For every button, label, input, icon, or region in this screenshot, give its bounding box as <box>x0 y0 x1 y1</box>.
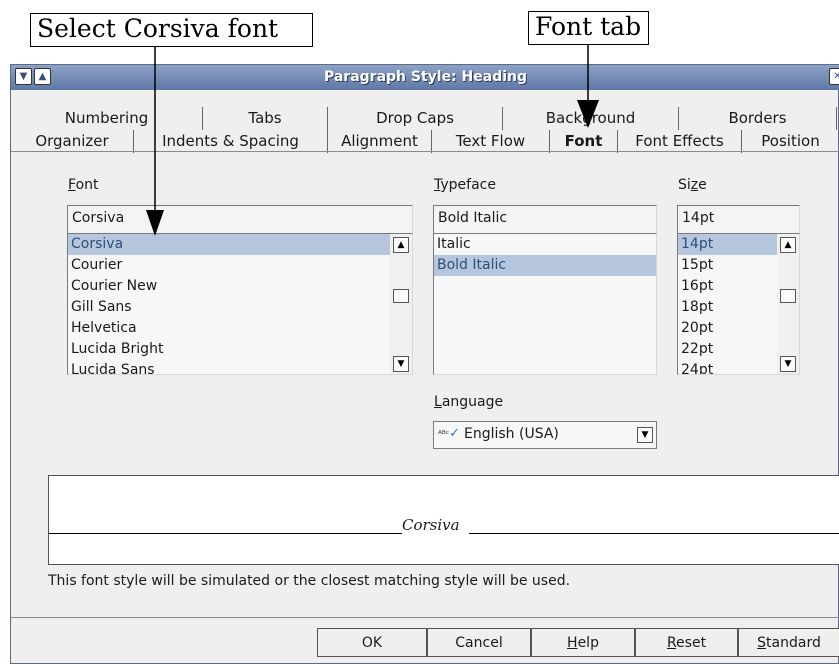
cancel-button[interactable]: Cancel <box>427 628 531 657</box>
font-tab-callout: Font tab <box>528 11 649 45</box>
preview-baseline-right <box>469 533 839 534</box>
tab-label: Tabs <box>248 109 282 127</box>
list-item[interactable]: Lucida Sans <box>68 360 412 374</box>
spellcheck-abc-icon: ᴬᴮᶜ✓ <box>438 426 461 441</box>
font-name-value: Corsiva <box>72 210 125 226</box>
tab-label: Font <box>564 132 603 150</box>
tab-indents-spacing[interactable]: Indents & Spacing <box>134 130 328 153</box>
typeface-value: Bold Italic <box>438 210 508 226</box>
tab-label: Position <box>761 132 820 150</box>
button-label: Cancel <box>455 635 503 651</box>
tab-position[interactable]: Position <box>742 130 839 153</box>
size-value: 14pt <box>682 210 715 226</box>
tab-label: Indents & Spacing <box>162 132 299 150</box>
select-font-callout: Select Corsiva font <box>30 13 313 47</box>
font-name-input[interactable]: Corsiva <box>67 205 413 234</box>
list-item[interactable]: Corsiva <box>68 234 412 255</box>
tab-label: Font Effects <box>635 132 724 150</box>
button-label: OK <box>361 635 383 651</box>
standard-button[interactable]: Standard <box>738 628 839 657</box>
tab-font-effects[interactable]: Font Effects <box>618 130 742 153</box>
scroll-thumb[interactable] <box>393 289 409 303</box>
close-icon[interactable]: ✕ <box>829 68 839 85</box>
size-label: Size <box>678 177 707 193</box>
button-separator <box>11 617 839 618</box>
tab-alignment[interactable]: Alignment <box>328 130 432 153</box>
list-item[interactable]: Courier New <box>68 276 412 297</box>
font-label: Font <box>68 177 99 193</box>
list-item[interactable]: Courier <box>68 255 412 276</box>
list-item[interactable]: Helvetica <box>68 318 412 339</box>
list-item[interactable]: Gill Sans <box>68 297 412 318</box>
preview-baseline-left <box>49 533 402 534</box>
tab-font[interactable]: Font <box>550 130 618 153</box>
tab-label: Organizer <box>35 132 109 150</box>
tab-row-1: Numbering Tabs Drop Caps Background Bord… <box>11 107 837 130</box>
tab-drop-caps[interactable]: Drop Caps <box>328 107 503 130</box>
typeface-label: Typeface <box>434 177 496 193</box>
font-preview-box: Corsiva <box>48 475 839 565</box>
size-list-scrollbar[interactable]: ▲ ▼ <box>777 234 799 374</box>
typeface-input[interactable]: Bold Italic <box>433 205 657 234</box>
scroll-down-arrow-icon[interactable]: ▼ <box>393 356 409 372</box>
typeface-list[interactable]: Italic Bold Italic <box>433 233 657 375</box>
tab-background[interactable]: Background <box>503 107 679 130</box>
tab-label: Borders <box>728 109 787 127</box>
list-item[interactable]: Italic <box>434 234 656 255</box>
tab-borders[interactable]: Borders <box>679 107 837 130</box>
tab-tabs[interactable]: Tabs <box>203 107 328 130</box>
select-font-callout-text: Select Corsiva font <box>37 14 279 43</box>
scroll-up-arrow-icon[interactable]: ▲ <box>780 237 796 253</box>
scroll-thumb[interactable] <box>780 289 796 303</box>
tab-label: Text Flow <box>455 132 526 150</box>
size-input[interactable]: 14pt <box>677 205 800 234</box>
reset-button[interactable]: Reset <box>635 628 738 657</box>
tab-label: Numbering <box>64 109 149 127</box>
language-select[interactable]: ᴬᴮᶜ✓ English (USA) ▼ <box>433 421 657 449</box>
dropdown-arrow-icon[interactable]: ▼ <box>637 427 653 443</box>
size-list[interactable]: 14pt 15pt 16pt 18pt 20pt 22pt 24pt ▲ ▼ <box>677 233 800 375</box>
dialog-title: Paragraph Style: Heading <box>323 69 528 85</box>
tab-label: Background <box>545 109 636 127</box>
language-value: English (USA) <box>464 426 559 442</box>
tab-row-2: Organizer Indents & Spacing Alignment Te… <box>11 130 839 153</box>
tab-label: Drop Caps <box>376 109 454 127</box>
scroll-up-arrow-icon[interactable]: ▲ <box>393 237 409 253</box>
list-item[interactable]: Lucida Bright <box>68 339 412 360</box>
tab-panel-border <box>11 151 839 152</box>
title-bar: ▼ ▲ Paragraph Style: Heading ✕ <box>11 65 839 90</box>
font-list-scrollbar[interactable]: ▲ ▼ <box>390 234 412 374</box>
tab-label: Alignment <box>341 132 418 150</box>
help-button[interactable]: Help <box>531 628 635 657</box>
language-label: Language <box>434 394 504 410</box>
tab-text-flow[interactable]: Text Flow <box>432 130 550 153</box>
paragraph-style-dialog: ▼ ▲ Paragraph Style: Heading ✕ Numbering… <box>10 64 839 664</box>
list-item[interactable]: Bold Italic <box>434 255 656 276</box>
font-tab-callout-text: Font tab <box>535 12 642 41</box>
tab-organizer[interactable]: Organizer <box>11 130 134 153</box>
simulation-note: This font style will be simulated or the… <box>48 573 571 589</box>
ok-button[interactable]: OK <box>317 628 427 657</box>
tab-numbering[interactable]: Numbering <box>11 107 203 130</box>
font-list[interactable]: Corsiva Courier Courier New Gill Sans He… <box>67 233 413 375</box>
preview-text: Corsiva <box>402 516 460 534</box>
scroll-down-arrow-icon[interactable]: ▼ <box>780 356 796 372</box>
